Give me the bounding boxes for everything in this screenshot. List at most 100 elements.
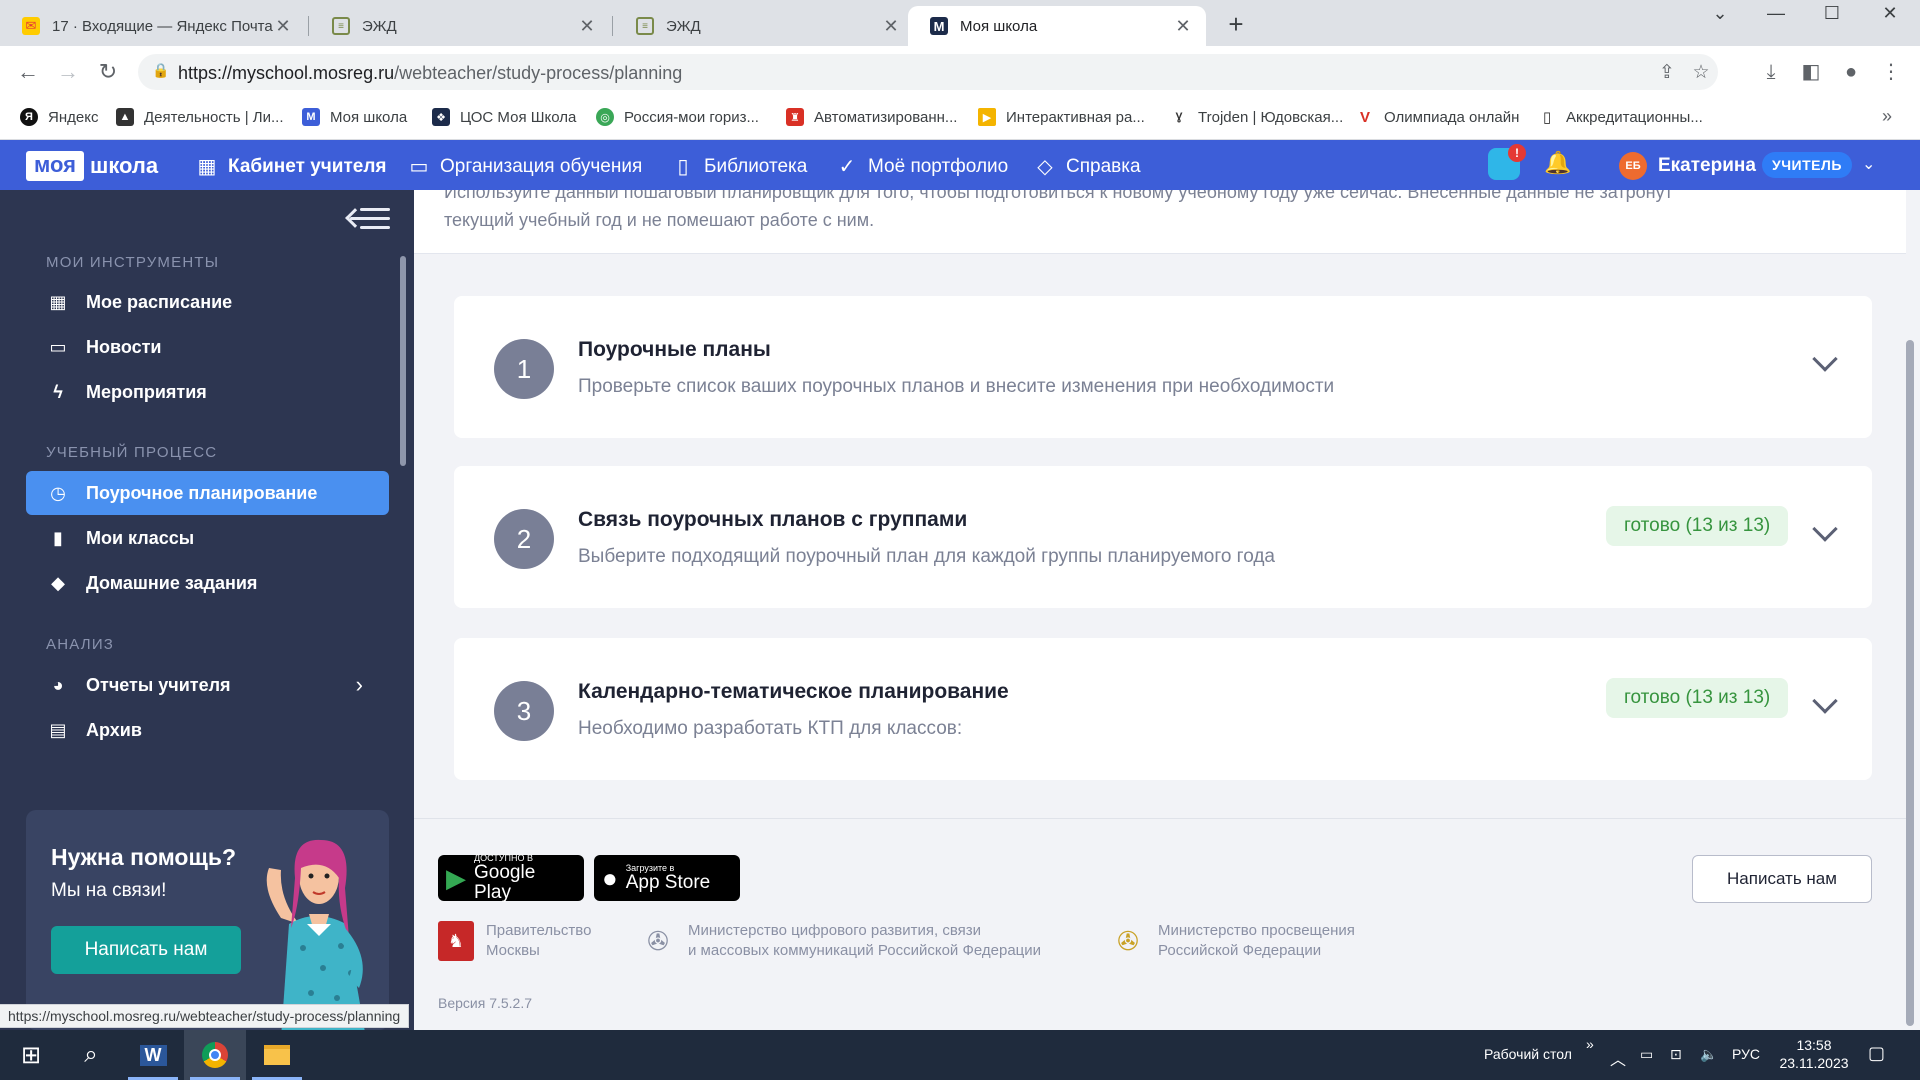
nav-help[interactable]: ◇ Справка [1034, 154, 1140, 179]
maximize-icon[interactable]: ☐ [1804, 0, 1860, 28]
sidebar-item-homework[interactable]: ◆ Домашние задания [26, 561, 389, 605]
search-icon[interactable]: ⌕ [60, 1030, 122, 1080]
main-content: Используйте данный пошаговый планировщик… [414, 190, 1906, 1030]
bookmark-item[interactable]: ▲ Деятельность | Ли... [116, 108, 284, 126]
bookmarks-bar: Я Яндекс ▲ Деятельность | Ли... M Моя школа… [0, 98, 1920, 140]
chevron-down-icon[interactable] [1812, 346, 1838, 372]
org-moscow-government[interactable]: ♞ Правительство Москвы [438, 921, 591, 961]
bookmark-item[interactable]: ❖ ЦОС Моя Школа [432, 108, 576, 126]
bookmark-item[interactable]: Я Яндекс [20, 108, 98, 126]
browser-tab[interactable]: ≡ ЭЖД ✕ [614, 6, 914, 46]
play-icon: ▶ [978, 108, 996, 126]
graduation-cap-icon: ◆ [51, 573, 65, 593]
close-icon[interactable]: ✕ [578, 16, 596, 37]
network-icon[interactable]: ⊡ [1670, 1046, 1682, 1063]
new-tab-button[interactable]: + [1222, 10, 1250, 38]
link-status-tooltip: https://myschool.mosreg.ru/webteacher/st… [0, 1004, 410, 1028]
more-bookmarks-icon[interactable]: » [1882, 106, 1892, 127]
forward-icon[interactable]: → [54, 58, 82, 86]
sidebar-item-lesson-planning[interactable]: ◷ Поурочное планирование [26, 471, 389, 515]
window-close-icon[interactable]: ✕ [1862, 0, 1918, 28]
tray-expand-icon[interactable]: ︿ [1610, 1046, 1626, 1070]
word-icon[interactable]: W [122, 1030, 184, 1080]
browser-tab[interactable]: ≡ ЭЖД ✕ [310, 6, 610, 46]
windows-start-icon[interactable]: ⊞ [0, 1030, 62, 1080]
sidebar-item-news[interactable]: ▭ Новости [26, 325, 389, 369]
sidebar-item-my-classes[interactable]: ▮ Мои классы [26, 516, 389, 560]
input-language[interactable]: РУС [1732, 1046, 1760, 1062]
sidebar-item-archive[interactable]: ▤ Архив [26, 708, 389, 752]
system-clock[interactable]: 13:58 23.11.2023 [1774, 1036, 1854, 1072]
minimize-icon[interactable]: — [1748, 0, 1804, 28]
volume-icon[interactable]: 🔈 [1700, 1046, 1717, 1063]
store-text: ДОСТУПНО В Google Play [474, 853, 536, 903]
step-card-lesson-plans[interactable]: 1 Поурочные планы Проверьте список ваших… [454, 296, 1872, 438]
sidebar-item-events[interactable]: ϟ Мероприятия [26, 370, 389, 414]
toolbar-expand-icon[interactable]: » [1586, 1036, 1594, 1052]
reload-icon[interactable]: ↻ [94, 58, 122, 86]
nav-library[interactable]: ▯ Библиотека [672, 154, 807, 179]
chevron-down-icon[interactable] [1812, 688, 1838, 714]
eagle-emblem-icon: ✇ [647, 926, 669, 956]
nav-learning-organization[interactable]: ▭ Организация обучения [408, 154, 643, 179]
app-version: Версия 7.5.2.7 [438, 995, 533, 1011]
back-icon[interactable]: ← [14, 58, 42, 86]
chat-icon[interactable]: ! [1488, 144, 1526, 180]
download-icon[interactable]: ⤓ [1757, 58, 1785, 86]
myschool-icon: M [930, 17, 948, 35]
bookmark-item[interactable]: ▯ Аккредитационны... [1538, 108, 1703, 126]
bookmark-item[interactable]: ◎ Россия-мои гориз... [596, 108, 759, 126]
document-icon: ≡ [332, 17, 350, 35]
step-description: Выберите подходящий поурочный план для к… [578, 546, 1275, 567]
chevron-down-icon[interactable] [1812, 516, 1838, 542]
menu-icon[interactable]: ⋮ [1877, 58, 1905, 86]
bookmark-item[interactable]: M Моя школа [302, 108, 407, 126]
nav-portfolio[interactable]: ✓ Моё портфолио [836, 154, 1009, 179]
address-bar[interactable]: 🔒 https://myschool.mosreg.ru/webteacher/… [138, 54, 1718, 90]
bookmark-item[interactable]: V Олимпиада онлайн [1356, 108, 1519, 126]
tab-search-icon[interactable]: ⌄ [1692, 0, 1748, 28]
battery-icon[interactable]: ▭ [1640, 1046, 1653, 1063]
chevron-down-icon[interactable]: ⌄ [1862, 154, 1875, 174]
browser-tab-active[interactable]: M Моя школа ✕ [908, 6, 1206, 46]
org-digital-ministry[interactable]: ✇ Министерство цифрового развития, связи… [640, 921, 1041, 961]
chrome-icon[interactable] [184, 1030, 246, 1080]
logo[interactable]: моя школа [26, 151, 158, 181]
page-footer: ▶ ДОСТУПНО В Google Play ● Загрузите в A… [414, 818, 1906, 1030]
bookmark-item[interactable]: ♜ Автоматизированн... [786, 108, 957, 126]
chevron-right-icon: › [355, 672, 363, 697]
lock-icon[interactable]: 🔒 [152, 62, 169, 82]
bell-icon[interactable]: 🔔 [1544, 150, 1571, 176]
sidebar-scrollbar[interactable] [400, 256, 406, 466]
bookmark-item[interactable]: ▶ Интерактивная ра... [978, 108, 1145, 126]
step-card-ktp[interactable]: 3 Календарно-тематическое планирование Н… [454, 638, 1872, 780]
google-play-button[interactable]: ▶ ДОСТУПНО В Google Play [438, 853, 584, 903]
bookmark-item[interactable]: Ɣ Trojden | Юдовская... [1170, 108, 1343, 126]
close-icon[interactable]: ✕ [1174, 16, 1192, 37]
avatar[interactable]: ЕБ [1619, 152, 1647, 180]
side-panel-icon[interactable]: ◧ [1797, 58, 1825, 86]
close-icon[interactable]: ✕ [882, 16, 900, 37]
main-scrollbar[interactable] [1906, 340, 1914, 1026]
globe-icon: ◎ [596, 108, 614, 126]
share-icon[interactable]: ⇪ [1654, 60, 1680, 86]
step-card-plans-groups[interactable]: 2 Связь поурочных планов с группами Выбе… [454, 466, 1872, 608]
sidebar-item-schedule[interactable]: ▦ Мое расписание [26, 280, 389, 324]
sidebar-item-teacher-reports[interactable]: ◕ Отчеты учителя › [26, 663, 389, 707]
section-title: МОИ ИНСТРУМЕНТЫ [46, 254, 220, 271]
write-us-button[interactable]: Написать нам [1692, 855, 1872, 903]
star-icon[interactable]: ☆ [1688, 60, 1714, 86]
help-write-button[interactable]: Написать нам [51, 926, 241, 974]
user-name[interactable]: Екатерина [1658, 155, 1756, 177]
org-education-ministry[interactable]: ✇ Министерство просвещения Российской Фед… [1110, 921, 1355, 961]
browser-tab[interactable]: ✉ 17 · Входящие — Яндекс Почта ✕ [0, 6, 306, 46]
profile-icon[interactable]: ● [1837, 58, 1865, 86]
file-explorer-icon[interactable] [246, 1030, 308, 1080]
desktop-toolbar-label[interactable]: Рабочий стол [1484, 1046, 1572, 1062]
support-woman-illustration [266, 839, 365, 1030]
app-store-button[interactable]: ● Загрузите в App Store [594, 855, 740, 901]
close-icon[interactable]: ✕ [274, 16, 292, 37]
nav-teacher-cabinet[interactable]: ▦ Кабинет учителя [196, 154, 387, 179]
notifications-icon[interactable]: ▢ [1868, 1043, 1885, 1064]
collapse-sidebar-icon[interactable] [345, 204, 390, 234]
